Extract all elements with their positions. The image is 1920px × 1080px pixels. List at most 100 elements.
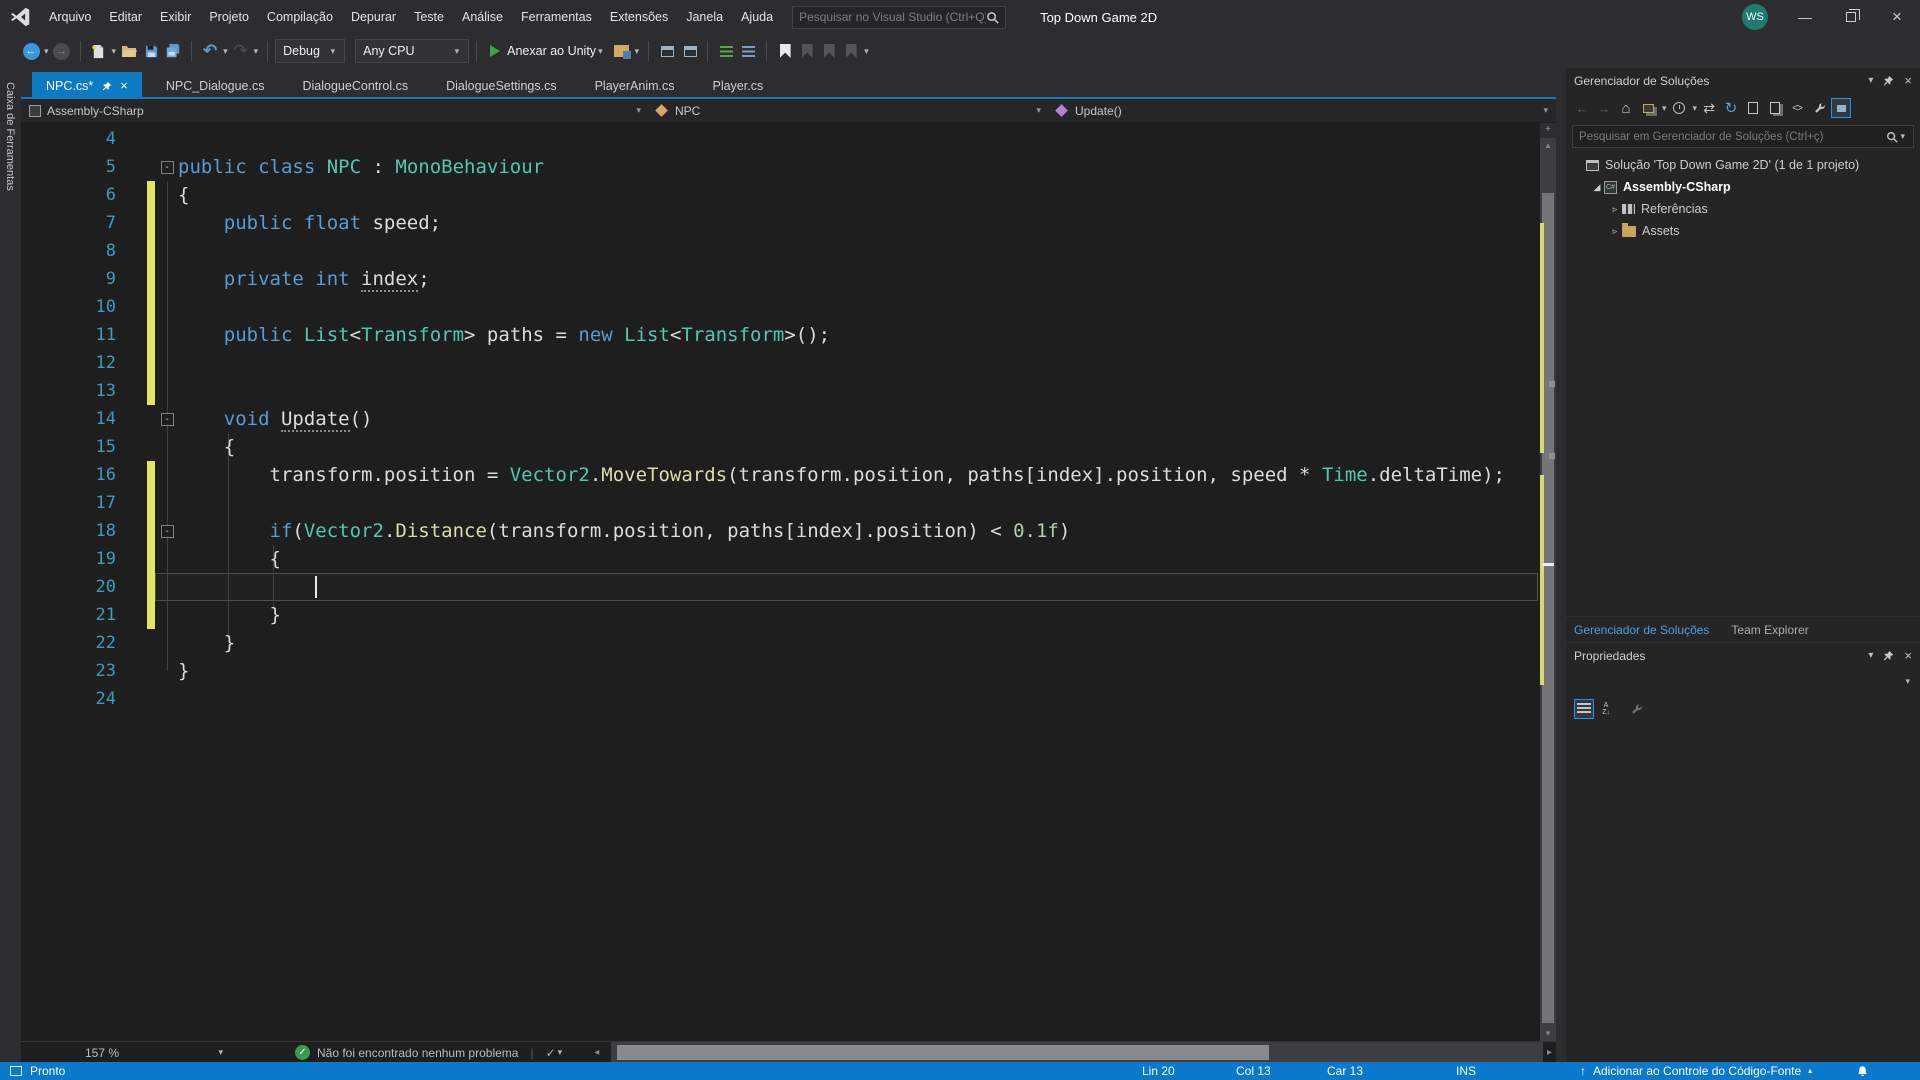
bookmark-dropdown[interactable]: ▾ [862, 46, 871, 57]
categorized-button[interactable] [1574, 699, 1594, 719]
alphabetical-button[interactable]: AZ↓ [1596, 699, 1616, 719]
menu-item-8[interactable]: Ferramentas [512, 0, 601, 34]
fold-margin[interactable]: - [156, 161, 178, 174]
insert-mode-indicator[interactable]: INS [1456, 1062, 1476, 1080]
code-line-9[interactable]: 9 private int index; [21, 265, 1538, 293]
breadcrumb-type[interactable]: NPC ▾ [649, 99, 1049, 122]
add-to-source-control-button[interactable]: ↑ Adicionar ao Controle do Código-Fonte … [1580, 1062, 1812, 1080]
column-indicator[interactable]: Col 13 [1236, 1062, 1271, 1080]
collapse-all-button[interactable] [1638, 98, 1658, 118]
save-button[interactable] [140, 39, 162, 63]
redo-button[interactable]: ↷ [230, 39, 252, 63]
tab-pin-icon[interactable] [102, 81, 112, 91]
document-tab-2[interactable]: DialogueControl.cs [289, 72, 423, 99]
menu-item-0[interactable]: Arquivo [40, 0, 100, 34]
code-line-7[interactable]: 7 public float speed; [21, 209, 1538, 237]
menu-item-10[interactable]: Janela [677, 0, 732, 34]
properties-button[interactable] [1809, 98, 1829, 118]
toggle-bookmark-button[interactable] [774, 39, 796, 63]
attach-to-process-button[interactable] [611, 39, 633, 63]
panel-dropdown-icon[interactable]: ▾ [1868, 75, 1873, 86]
attach-to-unity-button[interactable]: Anexar ao Unity ▾ [484, 44, 610, 58]
tree-item-2[interactable]: ▹Referências [1566, 198, 1920, 220]
comment-lines-button[interactable] [715, 39, 737, 63]
menu-item-3[interactable]: Projeto [200, 0, 258, 34]
code-line-16[interactable]: 16 transform.position = Vector2.MoveTowa… [21, 461, 1538, 489]
props-close-icon[interactable]: × [1904, 648, 1912, 663]
collapsed-arrow-icon[interactable]: ▹ [1608, 226, 1622, 237]
project-dropdown-icon[interactable]: ▾ [636, 105, 641, 116]
notifications-button[interactable] [1856, 1062, 1869, 1080]
panel-tab-0[interactable]: Gerenciador de Soluções [1574, 623, 1709, 637]
minimize-button[interactable]: — [1782, 0, 1828, 34]
new-file-dropdown[interactable]: ▾ [110, 46, 119, 57]
navigate-back-button[interactable]: ← [20, 39, 42, 63]
scroll-down-icon[interactable]: ▾ [1540, 1026, 1556, 1041]
type-dropdown-icon[interactable]: ▾ [1036, 105, 1041, 116]
tree-item-0[interactable]: Solução 'Top Down Game 2D' (1 de 1 proje… [1566, 154, 1920, 176]
toolbox-side-tab[interactable]: Caixa de Ferramentas [0, 68, 21, 1062]
line-indicator[interactable]: Lin 20 [1142, 1062, 1175, 1080]
code-line-24[interactable]: 24 [21, 685, 1538, 713]
props-dropdown-icon[interactable]: ▾ [1868, 650, 1873, 661]
code-line-19[interactable]: 19 { [21, 545, 1538, 573]
code-line-20[interactable]: 20 [21, 573, 1538, 601]
navigate-back-dropdown[interactable]: ▾ [42, 46, 51, 57]
code-line-10[interactable]: 10 [21, 293, 1538, 321]
find-next-button[interactable] [678, 39, 700, 63]
menu-item-6[interactable]: Teste [405, 0, 453, 34]
collapse-icon[interactable]: - [161, 161, 174, 174]
object-select[interactable]: ▾ [1574, 670, 1912, 692]
search-dropdown-icon[interactable]: ▾ [1898, 131, 1907, 142]
menu-item-1[interactable]: Editar [100, 0, 151, 34]
menu-item-5[interactable]: Depurar [342, 0, 405, 34]
view-code-button[interactable]: <> [1787, 98, 1807, 118]
tree-item-1[interactable]: ◢Assembly-CSharp [1566, 176, 1920, 198]
next-bookmark-button[interactable] [818, 39, 840, 63]
scroll-right-icon[interactable]: ▸ [1543, 1047, 1556, 1058]
code-line-5[interactable]: 5-public class NPC : MonoBehaviour [21, 153, 1538, 181]
filter-dropdown[interactable]: ▾ [1691, 103, 1700, 114]
vertical-scrollbar[interactable]: + ▴ ▾ [1540, 123, 1556, 1041]
code-cleanup-button[interactable]: ✓ [546, 1046, 556, 1060]
previous-bookmark-button[interactable] [796, 39, 818, 63]
menu-item-4[interactable]: Compilação [258, 0, 342, 34]
redo-dropdown[interactable]: ▾ [252, 46, 261, 57]
home-button[interactable]: ⌂ [1616, 98, 1636, 118]
scope-dropdown[interactable]: ▾ [1660, 103, 1669, 114]
code-line-4[interactable]: 4 [21, 125, 1538, 153]
hscrollbar-thumb[interactable] [617, 1045, 1269, 1060]
solution-platform-select[interactable]: Any CPU ▾ [355, 39, 469, 63]
collapse-icon[interactable]: - [161, 413, 174, 426]
tree-item-3[interactable]: ▹Assets [1566, 220, 1920, 242]
document-tab-0[interactable]: NPC.cs*× [32, 72, 142, 99]
solution-explorer-titlebar[interactable]: Gerenciador de Soluções ▾ × [1566, 68, 1920, 93]
panel-tab-1[interactable]: Team Explorer [1731, 623, 1808, 637]
properties-titlebar[interactable]: Propriedades ▾ × [1566, 643, 1920, 668]
attach-process-dropdown[interactable]: ▾ [633, 46, 642, 57]
document-tab-1[interactable]: NPC_Dialogue.cs [152, 72, 279, 99]
code-line-23[interactable]: 23} [21, 657, 1538, 685]
undo-dropdown[interactable]: ▾ [221, 46, 230, 57]
close-button[interactable]: × [1874, 0, 1920, 34]
code-line-21[interactable]: 21 } [21, 601, 1538, 629]
code-editor[interactable]: 45-public class NPC : MonoBehaviour6{7 p… [21, 123, 1556, 1041]
search-box[interactable]: Pesquisar no Visual Studio (Ctrl+Q) [792, 6, 1006, 29]
menu-item-7[interactable]: Análise [453, 0, 512, 34]
document-tab-3[interactable]: DialogueSettings.cs [432, 72, 570, 99]
uncomment-lines-button[interactable] [737, 39, 759, 63]
fold-margin[interactable]: - [156, 525, 178, 538]
horizontal-scrollbar[interactable] [611, 1042, 1543, 1063]
document-tab-5[interactable]: Player.cs [698, 72, 777, 99]
member-dropdown-icon[interactable]: ▾ [1543, 105, 1548, 116]
code-line-22[interactable]: 22 } [21, 629, 1538, 657]
code-cleanup-dropdown[interactable]: ▾ [556, 1047, 565, 1058]
menu-item-2[interactable]: Exibir [151, 0, 200, 34]
props-pin-icon[interactable] [1883, 650, 1894, 661]
pin-icon[interactable] [1883, 75, 1894, 86]
nested-files-button[interactable] [1743, 98, 1763, 118]
zoom-select[interactable]: 157 % ▾ [85, 1046, 225, 1060]
open-file-button[interactable] [118, 39, 140, 63]
code-line-14[interactable]: 14- void Update() [21, 405, 1538, 433]
attach-dropdown[interactable]: ▾ [596, 46, 605, 57]
